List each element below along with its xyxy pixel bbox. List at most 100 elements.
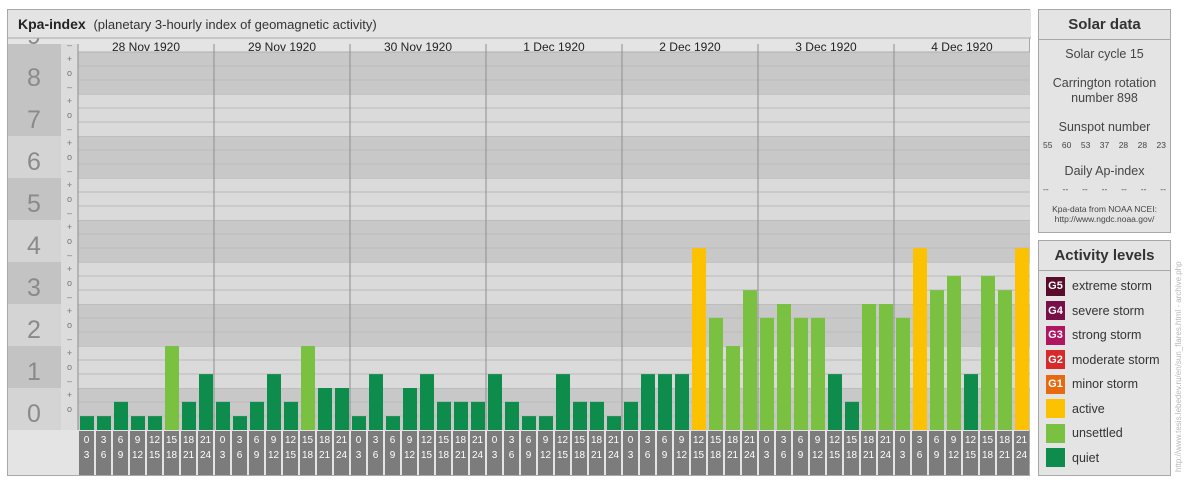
legend-swatch: [1046, 423, 1065, 443]
x-tick-label: 6: [254, 435, 260, 446]
kp-bar: [335, 388, 349, 430]
x-tick-label: 21: [319, 450, 331, 461]
data-source-link[interactable]: http://www.ngdc.noaa.gov/: [1039, 214, 1170, 224]
x-tick-label: 9: [934, 450, 940, 461]
y-subtick-label: o: [67, 404, 72, 414]
kp-bar: [182, 401, 196, 430]
x-tick-label: 15: [166, 435, 178, 446]
x-tick-label: 6: [662, 435, 668, 446]
kp-bar: [267, 374, 281, 430]
y-tick-label: 4: [27, 232, 41, 260]
day-label: 28 Nov 1920: [112, 40, 180, 54]
x-tick-label: 21: [727, 450, 739, 461]
x-tick-label: 21: [880, 435, 892, 446]
y-tick-label: 2: [27, 316, 41, 344]
kp-bar: [369, 374, 383, 430]
legend-label: severe storm: [1072, 303, 1145, 318]
x-tick-label: 15: [846, 435, 858, 446]
x-tick-label: 12: [693, 435, 705, 446]
x-tick-label: 6: [934, 435, 940, 446]
day-label: 2 Dec 1920: [659, 40, 721, 54]
x-tick-label: 3: [373, 435, 379, 446]
data-source-note: Kpa-data from NOAA NCEI: http://www.ngdc…: [1039, 204, 1170, 224]
x-tick-label: 15: [829, 450, 841, 461]
x-tick-label: 0: [492, 435, 498, 446]
x-tick-label: 3: [101, 435, 107, 446]
y-subtick-label: +: [67, 222, 72, 232]
x-tick-label: 21: [336, 435, 348, 446]
x-tick-label: 18: [574, 450, 586, 461]
kp-bar: [845, 401, 859, 430]
kp-bar: [556, 374, 570, 430]
activity-levels-panel: Activity levels G5 extreme storm G4 severe …: [1038, 240, 1171, 476]
chart-title: Kpa-index (planetary 3-hourly index of g…: [18, 16, 377, 32]
x-tick-label: 24: [472, 450, 484, 461]
legend-label: strong storm: [1072, 328, 1142, 343]
x-tick-label: 15: [693, 450, 705, 461]
legend-swatch: G1: [1046, 374, 1065, 394]
x-tick-label: 15: [710, 435, 722, 446]
kp-bar: [828, 374, 842, 430]
y-subtick-label: –: [67, 334, 72, 344]
x-tick-label: 21: [999, 450, 1011, 461]
x-tick-label: 9: [407, 435, 413, 446]
x-tick-label: 24: [336, 450, 348, 461]
kp-bar: [641, 374, 655, 430]
y-subtick-label: +: [67, 264, 72, 274]
kp-bar: [284, 401, 298, 430]
sunspot-label: Sunspot number: [1058, 120, 1151, 134]
x-tick-label: 6: [373, 450, 379, 461]
x-tick-label: 24: [880, 450, 892, 461]
y-subtick-label: o: [67, 320, 72, 330]
day-label: 3 Dec 1920: [795, 40, 857, 54]
kp-bar: [607, 416, 621, 430]
x-tick-label: 6: [526, 435, 532, 446]
x-tick-label: 3: [917, 435, 923, 446]
y-subtick-label: o: [67, 152, 72, 162]
x-tick-label: 6: [237, 450, 243, 461]
y-subtick-label: –: [67, 292, 72, 302]
x-tick-label: 24: [200, 450, 212, 461]
x-tick-label: 21: [608, 435, 620, 446]
kp-bar: [131, 416, 145, 430]
x-tick-label: 3: [84, 450, 90, 461]
y-band: [78, 262, 1030, 304]
x-tick-label: 15: [438, 435, 450, 446]
sunspot-value: 53: [1080, 140, 1091, 150]
x-tick-label: 18: [166, 450, 178, 461]
legend-item: quiet: [1039, 446, 1170, 471]
ap-index-value: --: [1140, 184, 1147, 194]
x-tick-label: 15: [421, 450, 433, 461]
sunspot-value: 60: [1061, 140, 1072, 150]
legend-swatch: [1046, 399, 1065, 419]
legend-item: G2 moderate storm: [1039, 348, 1170, 373]
kp-bar: [879, 304, 893, 430]
x-tick-label: 9: [526, 450, 532, 461]
kpa-chart: 0o+1–o+2–o+3–o+4–o+5–o+6–o+7–o+8–o+9–o28…: [8, 10, 1031, 475]
x-tick-label: 9: [254, 450, 260, 461]
ap-index-label: Daily Ap-index: [1064, 164, 1145, 178]
legend-swatch: G4: [1046, 301, 1065, 321]
ap-index-value: --: [1043, 184, 1049, 194]
y-subtick-label: +: [67, 138, 72, 148]
x-tick-label: 12: [965, 435, 977, 446]
x-tick-label: 3: [509, 435, 515, 446]
legend-label: quiet: [1072, 450, 1100, 465]
kp-bar: [573, 401, 587, 430]
y-band: [78, 94, 1030, 136]
x-tick-label: 9: [679, 435, 685, 446]
y-subtick-label: o: [67, 110, 72, 120]
x-tick-label: 0: [356, 435, 362, 446]
y-subtick-label: –: [67, 166, 72, 176]
kp-bar: [114, 401, 128, 430]
kp-bar: [794, 317, 808, 430]
x-tick-label: 3: [492, 450, 498, 461]
x-tick-label: 6: [645, 450, 651, 461]
kp-bar: [998, 290, 1012, 430]
x-tick-label: 12: [268, 450, 280, 461]
y-subtick-label: –: [67, 40, 72, 50]
kp-bar: [97, 416, 111, 430]
kp-bar: [930, 290, 944, 430]
x-tick-label: 21: [591, 450, 603, 461]
kp-bar: [811, 317, 825, 430]
